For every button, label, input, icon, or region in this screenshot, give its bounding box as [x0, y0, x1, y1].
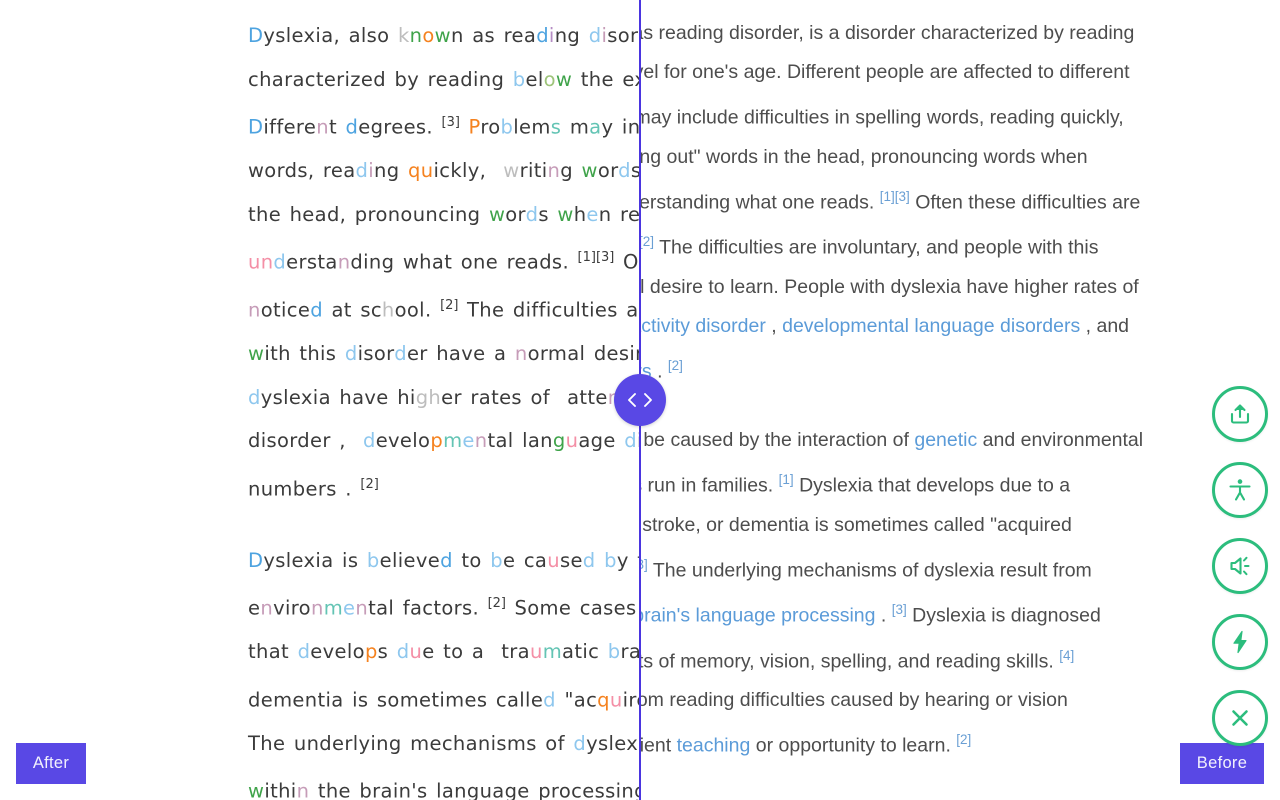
reference-marker[interactable]: [2]: [956, 732, 971, 747]
link-brains-language-processing[interactable]: the brain's language processing: [640, 605, 875, 627]
reference-marker[interactable]: [3]: [892, 602, 907, 617]
read-aloud-button[interactable]: [1212, 538, 1268, 594]
reference-marker[interactable]: [4]: [1059, 648, 1074, 663]
comparison-divider-handle[interactable]: [614, 374, 666, 426]
link-genetic[interactable]: genetic: [914, 429, 977, 451]
reference-marker[interactable]: [2]: [640, 234, 654, 249]
accessibility-icon: [1229, 479, 1251, 501]
accessibility-toolbar: [1212, 386, 1268, 746]
lightning-bolt-icon: [1233, 630, 1247, 654]
speaker-sound-icon: [1230, 556, 1250, 576]
close-x-icon: [1232, 710, 1248, 726]
reference-marker[interactable]: [1]: [779, 472, 794, 487]
before-after-comparison-viewer: Dyslexia, also known as reading disorder…: [0, 0, 1280, 800]
link-teaching[interactable]: teaching: [677, 735, 751, 757]
quick-actions-button[interactable]: [1212, 614, 1268, 670]
export-upload-button[interactable]: [1212, 386, 1268, 442]
accessibility-button[interactable]: [1212, 462, 1268, 518]
upload-tray-icon: [1230, 404, 1250, 424]
link-developmental-language-disorders[interactable]: developmental language disorders: [782, 315, 1080, 337]
before-label[interactable]: Before: [1180, 743, 1264, 784]
after-label[interactable]: After: [16, 743, 86, 784]
reference-marker[interactable]: [2]: [668, 358, 683, 373]
close-button[interactable]: [1212, 690, 1268, 746]
left-right-chevrons-icon: [628, 393, 652, 407]
reference-marker[interactable]: [1][3]: [880, 189, 910, 204]
